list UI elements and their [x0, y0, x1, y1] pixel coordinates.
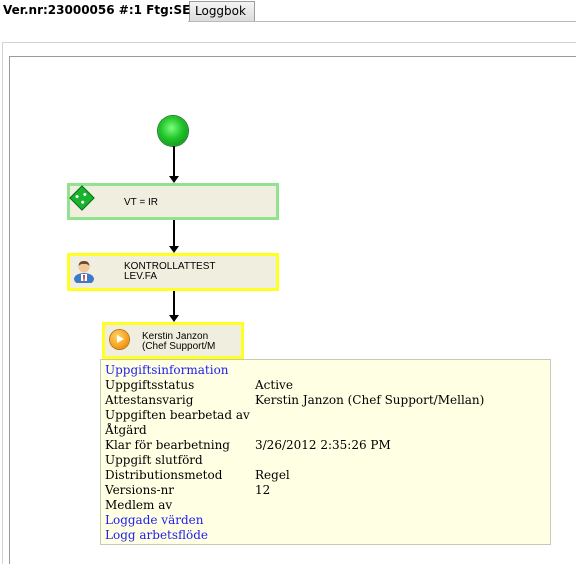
field-label: Medlem av: [105, 498, 173, 512]
connector-line: [173, 146, 175, 177]
person-icon: [74, 260, 94, 283]
field-value: Kerstin Janzon (Chef Support/Mellan): [255, 393, 485, 407]
approval-node-label: KONTROLLATTEST LEV.FA: [124, 262, 244, 282]
tab-version[interactable]: Ver.nr:23000056 #:1 Ftg:SE: [0, 0, 190, 22]
field-label: Distributionsmetod: [105, 468, 223, 482]
field-label: Uppgiftsstatus: [105, 378, 195, 392]
logged-values-link[interactable]: Loggade värden: [105, 513, 204, 528]
approval-node-subtitle: LEV.FA: [124, 271, 157, 282]
tab-bar: Ver.nr:23000056 #:1 Ftg:SE Loggbok: [0, 0, 576, 22]
workflow-log-link[interactable]: Logg arbetsflöde: [105, 528, 208, 543]
field-label: Attestansvarig: [105, 393, 194, 407]
start-circle-icon[interactable]: [158, 116, 188, 146]
decision-diamond-icon: [69, 185, 95, 211]
field-value: 3/26/2012 2:35:26 PM: [255, 438, 391, 452]
arrow-down-icon: [169, 246, 179, 253]
field-value: 12: [255, 483, 271, 497]
field-label: Uppgiften bearbetad av: [105, 408, 250, 422]
arrow-down-icon: [169, 315, 179, 322]
tab-loggbok[interactable]: Loggbok: [189, 1, 255, 21]
decision-node-label: VT = IR: [124, 197, 158, 208]
field-label: Klar för bearbetning: [105, 438, 230, 452]
decision-node[interactable]: VT = IR: [67, 183, 282, 223]
field-value: Regel: [255, 468, 290, 482]
approval-node[interactable]: KONTROLLATTEST LEV.FA: [67, 253, 282, 294]
connector-line: [173, 220, 175, 247]
task-info-tooltip: Uppgiftsinformation Uppgiftsstatus Activ…: [100, 359, 551, 545]
task-info-heading[interactable]: Uppgiftsinformation: [105, 363, 229, 378]
task-node-label: Kerstin Janzon (Chef Support/M: [142, 332, 240, 352]
arrow-down-icon: [169, 176, 179, 183]
task-node[interactable]: Kerstin Janzon (Chef Support/M: [102, 322, 244, 359]
field-label: Versions-nr: [105, 483, 175, 497]
field-label: Åtgärd: [105, 423, 147, 437]
node-shadow: [76, 192, 282, 223]
connector-line: [173, 291, 175, 316]
field-value: Active: [255, 378, 293, 392]
play-icon: [110, 330, 129, 349]
task-node-role: (Chef Support/M: [142, 341, 216, 352]
field-label: Uppgift slutförd: [105, 453, 203, 467]
